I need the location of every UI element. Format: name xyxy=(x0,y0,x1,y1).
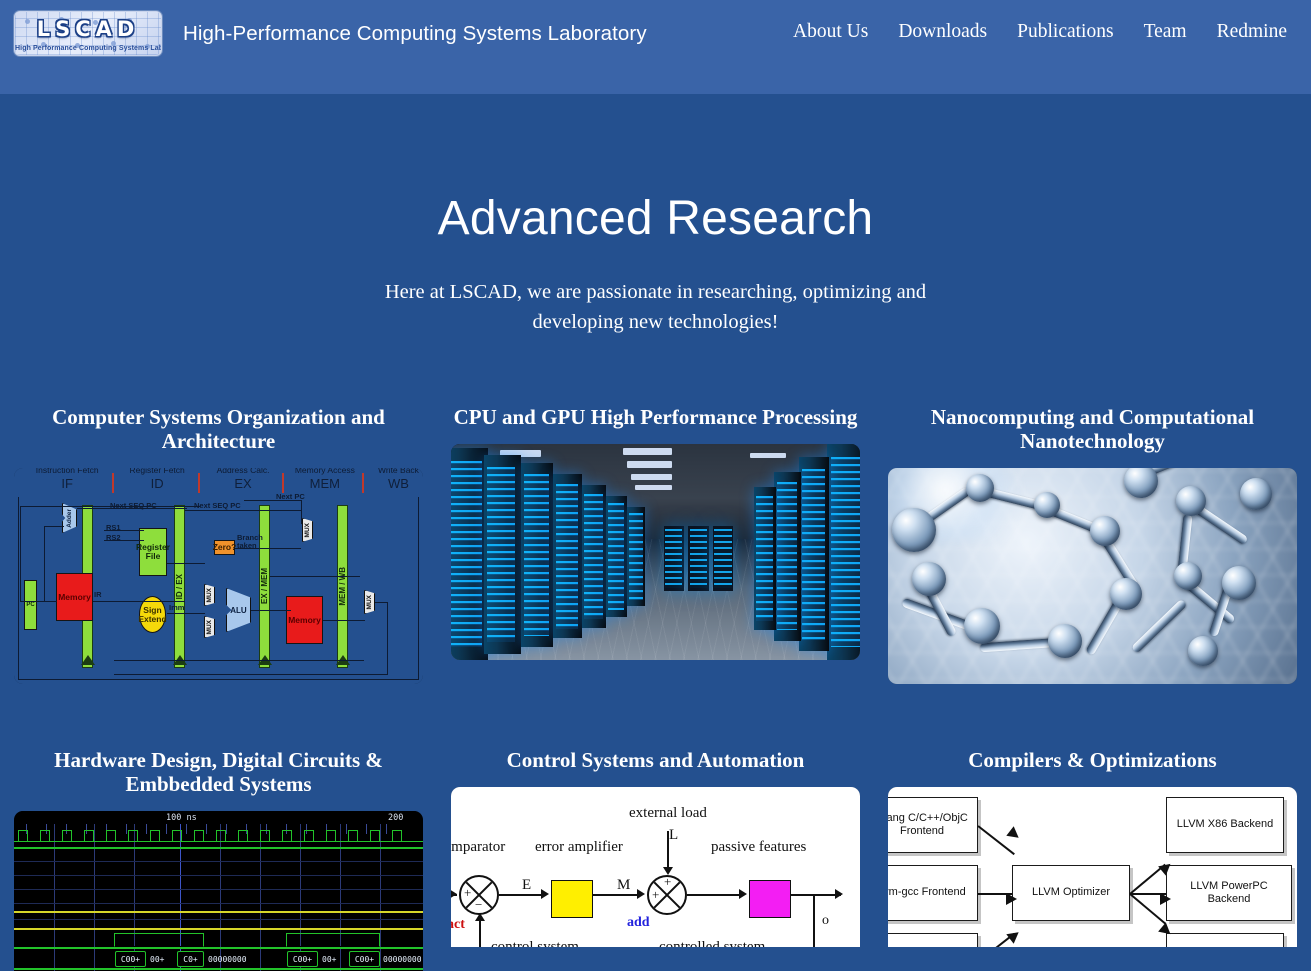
label-act: act xyxy=(451,917,465,932)
page-title: Advanced Research xyxy=(437,192,874,245)
control-system-diagram-image: comparator error amplifier external load… xyxy=(451,787,860,947)
bus-value: 00000000 xyxy=(208,954,247,964)
brand[interactable]: LSCAD High Performance Computing Systems… xyxy=(14,11,647,56)
label-error-amplifier: error amplifier xyxy=(535,839,623,855)
label-comparator: comparator xyxy=(451,839,506,855)
mips-pipeline-diagram-image: Instruction Fetch Register Fetch Address … xyxy=(14,468,423,684)
logo-tagline: High Performance Computing Systems Labor… xyxy=(15,45,161,52)
error-amplifier-block xyxy=(551,880,593,918)
card-title: Computer Systems Organization and Archit… xyxy=(52,405,385,453)
llvm-optimizer-node: LLVM Optimizer xyxy=(1012,865,1130,921)
data-center-photo-image xyxy=(451,444,860,660)
bus-value: 00+ xyxy=(150,954,165,964)
logo-wordmark: LSCAD xyxy=(36,17,140,41)
research-card-cpu-gpu[interactable]: CPU and GPU High Performance Processing xyxy=(437,400,874,684)
bus-value: C00+ xyxy=(287,951,318,967)
lscad-logo-icon[interactable]: LSCAD High Performance Computing Systems… xyxy=(14,11,162,56)
signal-L: L xyxy=(669,827,679,843)
llvm-x86-backend-node: LLVM X86 Backend xyxy=(1166,797,1284,853)
card-title: Control Systems and Automation xyxy=(506,748,805,772)
research-card-nanocomputing[interactable]: Nanocomputing and Computational Nanotech… xyxy=(874,400,1311,684)
bus-value: C00+ xyxy=(349,951,380,967)
research-card-compilers[interactable]: Compilers & Optimizations Clang C/C++/Ob… xyxy=(874,740,1311,971)
molecular-nanostructure-image xyxy=(888,468,1297,684)
label-passive-features: passive features xyxy=(711,839,807,855)
label-controlled-system: controlled system xyxy=(659,939,766,947)
waveform-time-200ns: 200 xyxy=(388,813,404,823)
card-title: Hardware Design, Digital Circuits & Embb… xyxy=(54,748,383,796)
nav-item-publications[interactable]: Publications xyxy=(1002,21,1128,43)
nav-item-about-us[interactable]: About Us xyxy=(778,21,883,43)
passive-features-block xyxy=(749,880,791,918)
nav-item-redmine[interactable]: Redmine xyxy=(1202,21,1297,43)
waveform-timeline: 100 ns 200 xyxy=(14,811,423,824)
research-card-computer-systems[interactable]: Computer Systems Organization and Archit… xyxy=(0,400,437,684)
hero-section: Advanced Research Here at LSCAD, we are … xyxy=(0,94,1311,337)
llvm-other-backend-node: LLVM xyxy=(1166,933,1284,947)
bus-value: C0+ xyxy=(177,951,204,967)
signal-M: M xyxy=(617,877,631,893)
card-title: Nanocomputing and Computational Nanotech… xyxy=(930,405,1255,453)
signal-E: E xyxy=(522,877,532,893)
llvmgcc-frontend-node: llvm-gcc Frontend xyxy=(888,865,978,921)
research-card-control-systems[interactable]: Control Systems and Automation comparato… xyxy=(437,740,874,971)
site-header: LSCAD High Performance Computing Systems… xyxy=(0,0,1311,94)
main-nav: About Us Downloads Publications Team Red… xyxy=(778,21,1297,43)
nav-item-downloads[interactable]: Downloads xyxy=(883,21,1002,43)
research-areas-grid-row2: Hardware Design, Digital Circuits & Embb… xyxy=(0,740,1311,971)
bus-value: 00+ xyxy=(322,954,337,964)
llvm-architecture-diagram-image: Clang C/C++/ObjC Frontend llvm-gcc Front… xyxy=(888,787,1297,947)
clang-frontend-node: Clang C/C++/ObjC Frontend xyxy=(888,797,978,853)
waveform-simulation-image: 100 ns 200 C00+ 00+ C0+ 00000000 C00+ 00… xyxy=(14,811,423,971)
hero-subtitle: Here at LSCAD, we are passionate in rese… xyxy=(384,281,927,333)
label-external-load: external load xyxy=(629,805,707,821)
label-control-system: control system xyxy=(491,939,579,947)
research-card-hardware-design[interactable]: Hardware Design, Digital Circuits & Embb… xyxy=(0,740,437,971)
card-title: Compilers & Optimizations xyxy=(968,748,1217,772)
bus-value: 00000000 xyxy=(383,954,422,964)
nav-item-team[interactable]: Team xyxy=(1129,21,1202,43)
llvm-powerpc-backend-node: LLVM PowerPC Backend xyxy=(1166,865,1292,921)
site-title: High-Performance Computing Systems Labor… xyxy=(183,21,647,45)
research-areas-grid: Computer Systems Organization and Archit… xyxy=(0,400,1311,684)
waveform-time-100ns: 100 ns xyxy=(166,813,197,823)
bus-value: C00+ xyxy=(115,951,146,967)
label-add: add xyxy=(627,915,650,930)
signal-o: o xyxy=(822,913,829,928)
other-frontend-node: Frontend xyxy=(888,933,978,947)
card-title: CPU and GPU High Performance Processing xyxy=(453,405,858,429)
